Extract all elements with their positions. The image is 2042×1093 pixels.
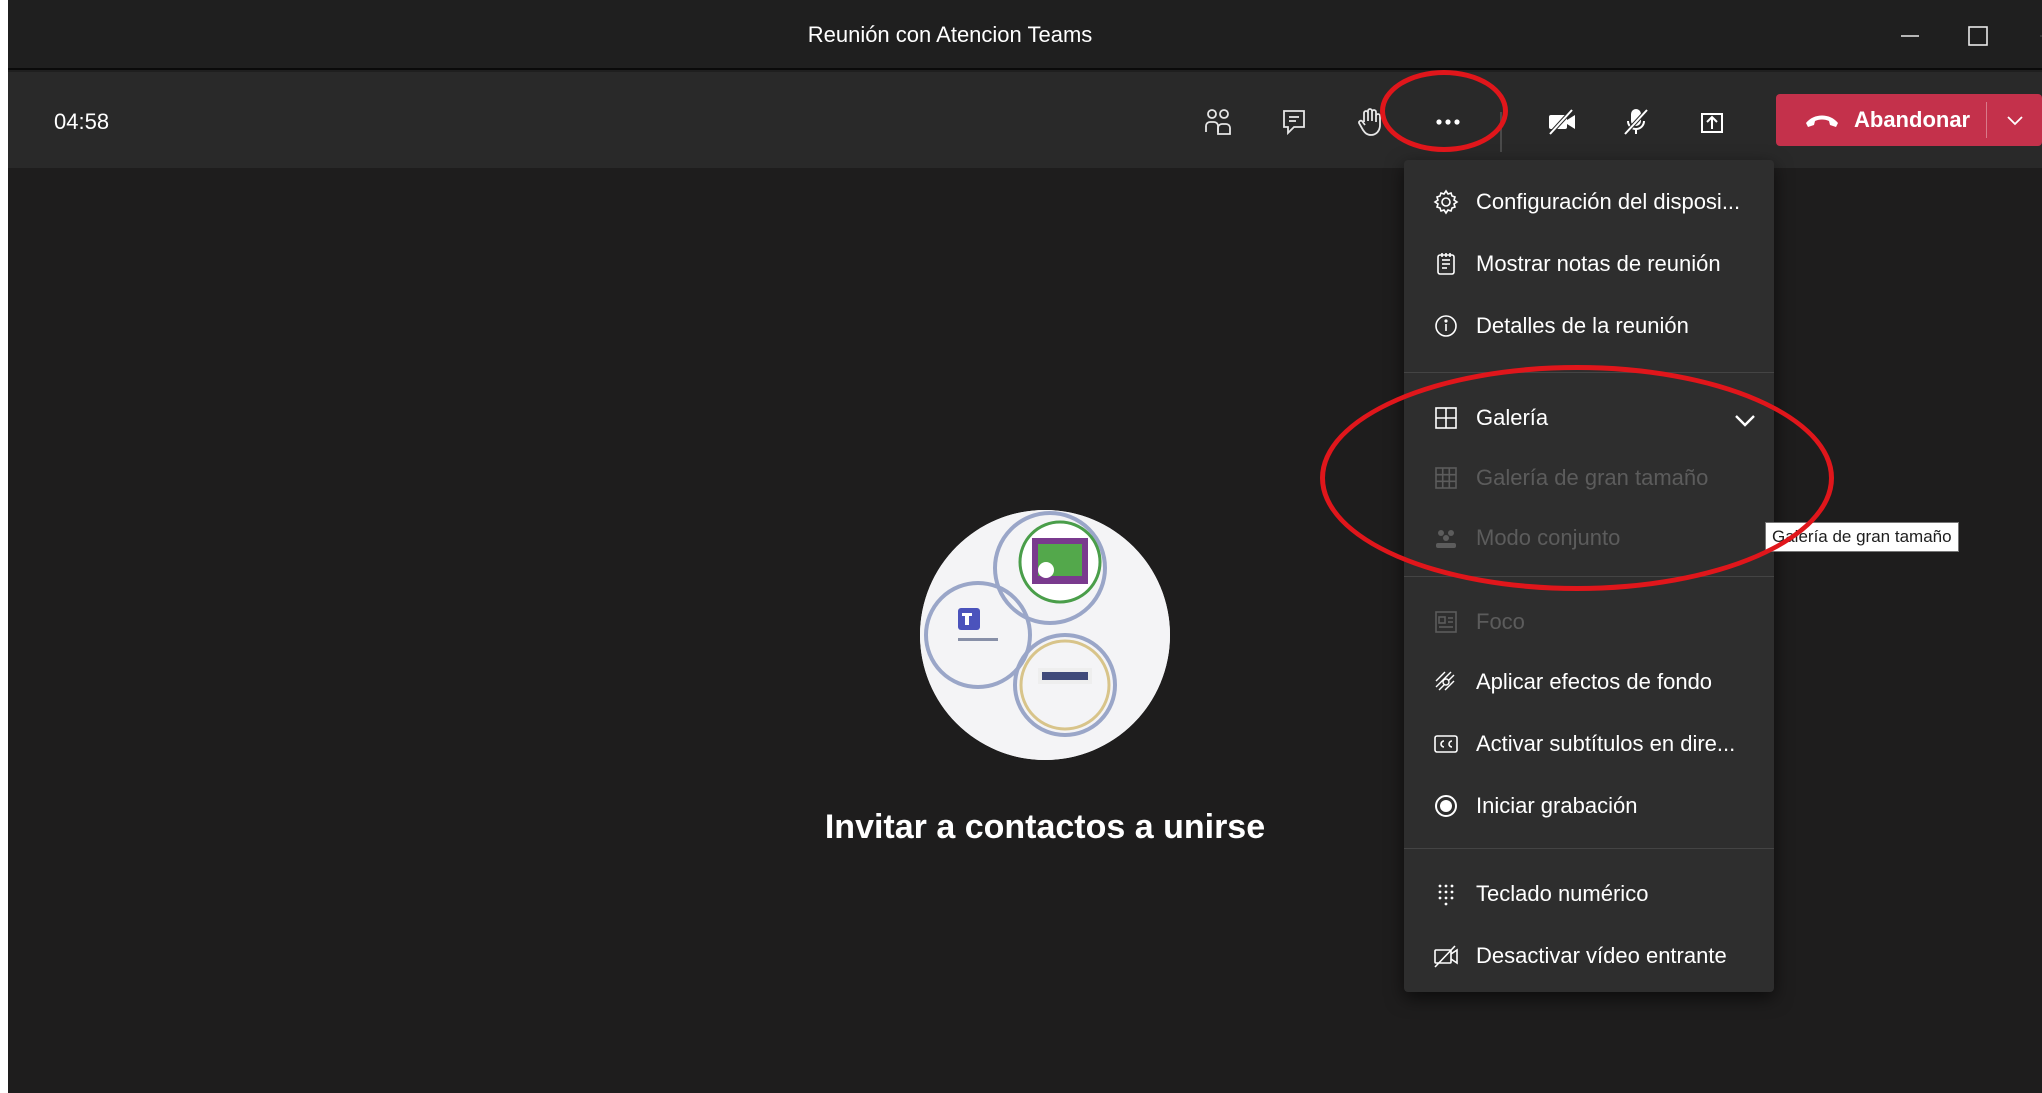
menu-item-label: Teclado numérico: [1476, 881, 1649, 906]
large-grid-icon: [1432, 464, 1460, 492]
people-icon: [1205, 109, 1231, 135]
menu-item-turn-off-incoming-video[interactable]: Desactivar vídeo entrante: [1404, 926, 1774, 986]
menu-item-device-settings[interactable]: Configuración del disposi...: [1404, 172, 1774, 232]
mic-toggle-button[interactable]: [1608, 94, 1664, 150]
menu-item-label: Activar subtítulos en dire...: [1476, 731, 1736, 756]
more-dots-icon: [1436, 119, 1460, 125]
menu-item-label: Iniciar grabación: [1476, 793, 1638, 818]
cc-icon: [1432, 730, 1460, 758]
mic-off-icon: [1623, 108, 1649, 136]
hang-up-icon: [1806, 115, 1838, 127]
chat-icon: [1283, 110, 1305, 136]
menu-item-label: Mostrar notas de reunión: [1476, 251, 1721, 276]
leave-button[interactable]: Abandonar: [1776, 94, 1986, 146]
menu-item-label: Galería de gran tamaño: [1476, 465, 1709, 490]
maximize-button[interactable]: [1958, 16, 1998, 56]
menu-item-background-effects[interactable]: Aplicar efectos de fondo: [1404, 652, 1774, 712]
invite-contacts-text: Invitar a contactos a unirse: [824, 808, 1266, 846]
menu-item-start-recording[interactable]: Iniciar grabación: [1404, 776, 1774, 836]
minimize-icon: [1901, 35, 1919, 37]
menu-item-label: Detalles de la reunión: [1476, 313, 1689, 338]
record-icon: [1432, 792, 1460, 820]
leave-label: Abandonar: [1854, 107, 1971, 132]
menu-item-label: Galería: [1476, 405, 1549, 430]
minimize-button[interactable]: [1890, 16, 1930, 56]
gear-icon: [1432, 188, 1460, 216]
focus-icon: [1432, 608, 1460, 636]
title-bar: Reunión con Atencion Teams: [8, 0, 2042, 70]
chevron-down-icon: [2007, 116, 2023, 126]
camera-toggle-button[interactable]: [1534, 94, 1590, 150]
video-off-icon: [1432, 942, 1460, 970]
close-window-button[interactable]: [2022, 16, 2042, 56]
meeting-timer: 04:58: [54, 109, 110, 134]
window-title: Reunión con Atencion Teams: [807, 22, 1093, 47]
background-effects-icon: [1432, 668, 1460, 696]
share-button[interactable]: [1684, 94, 1740, 150]
meeting-toolbar: 04:58 Abandonar: [8, 72, 2042, 168]
tooltip-large-gallery: Galería de gran tamaño: [1765, 522, 1959, 552]
together-icon: [1432, 524, 1460, 552]
menu-item-focus[interactable]: Foco: [1404, 592, 1774, 652]
toolbar-divider: [1500, 112, 1502, 152]
hand-icon: [1358, 108, 1381, 136]
leave-button-group: Abandonar: [1776, 94, 2042, 146]
info-icon: [1432, 312, 1460, 340]
menu-item-label: Aplicar efectos de fondo: [1476, 669, 1713, 694]
notes-icon: [1432, 250, 1460, 278]
more-actions-menu: Configuración del disposi... Mostrar not…: [1404, 160, 1774, 992]
menu-item-live-captions[interactable]: Activar subtítulos en dire...: [1404, 714, 1774, 774]
maximize-icon: [1968, 26, 1988, 46]
menu-divider: [1404, 576, 1774, 577]
menu-item-label: Desactivar vídeo entrante: [1476, 943, 1727, 968]
menu-divider: [1404, 848, 1774, 849]
menu-item-label: Foco: [1476, 609, 1525, 634]
dialpad-icon: [1432, 880, 1460, 908]
menu-divider: [1404, 372, 1774, 373]
menu-item-meeting-details[interactable]: Detalles de la reunión: [1404, 296, 1774, 356]
leave-split-divider: [1986, 102, 1987, 138]
checkmark-icon: [1735, 415, 1755, 427]
teams-meeting-window: Reunión con Atencion Teams 04:58 Abandon…: [8, 0, 2042, 1093]
share-tray-icon: [1701, 113, 1723, 133]
menu-item-large-gallery[interactable]: Galería de gran tamaño: [1404, 448, 1774, 508]
raise-hand-button[interactable]: [1342, 94, 1398, 150]
more-actions-button[interactable]: [1420, 94, 1476, 150]
participants-button[interactable]: [1190, 94, 1246, 150]
organization-logo-image: [920, 510, 1170, 760]
grid-icon: [1432, 404, 1460, 432]
chat-button[interactable]: [1266, 94, 1322, 150]
menu-item-label: Configuración del disposi...: [1476, 189, 1741, 214]
leave-options-button[interactable]: [1990, 94, 2040, 146]
menu-item-gallery[interactable]: Galería: [1404, 388, 1774, 448]
menu-item-together-mode[interactable]: Modo conjunto: [1404, 508, 1774, 568]
menu-item-meeting-notes[interactable]: Mostrar notas de reunión: [1404, 234, 1774, 294]
camera-off-icon: [1548, 108, 1575, 136]
meeting-avatar: [920, 510, 1170, 760]
menu-item-label: Modo conjunto: [1476, 525, 1621, 550]
menu-item-dialpad[interactable]: Teclado numérico: [1404, 864, 1774, 924]
